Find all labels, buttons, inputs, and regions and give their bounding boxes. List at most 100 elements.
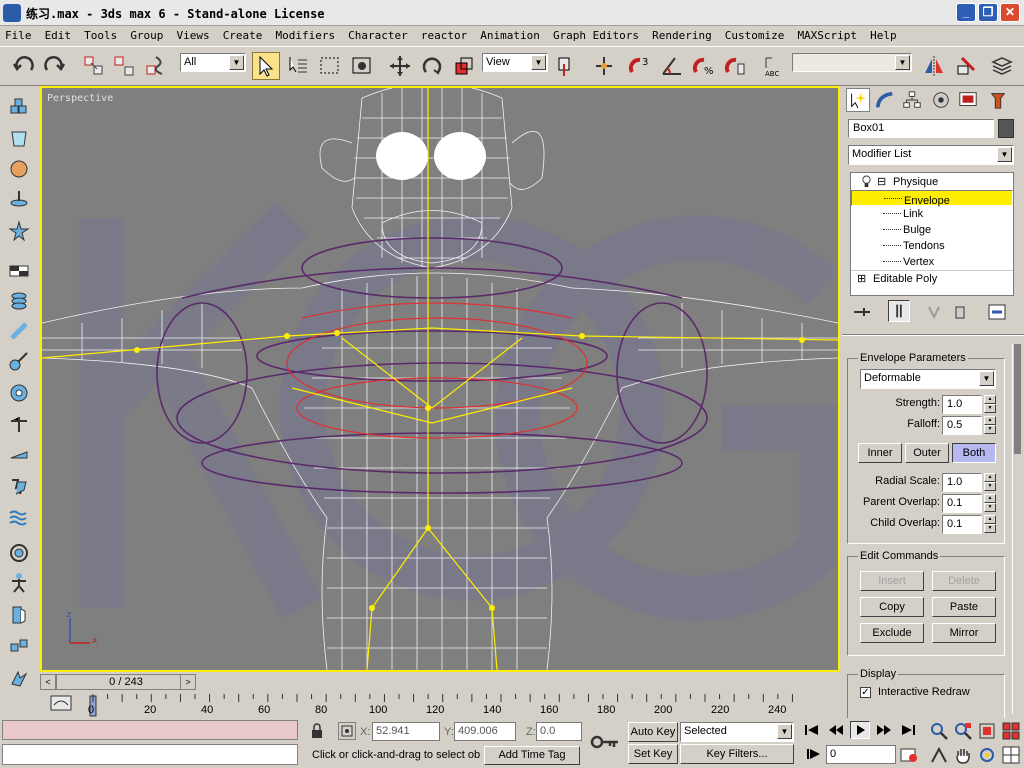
object-color-swatch[interactable] (998, 119, 1014, 138)
menu-edit[interactable]: Edit (40, 26, 77, 42)
child-overlap-spinner[interactable]: ▲ ▼ (984, 515, 996, 534)
rollout-title[interactable]: Edit Commands (858, 550, 941, 562)
outer-button[interactable]: Outer (905, 443, 949, 463)
menu-reactor[interactable]: reactor (416, 26, 472, 42)
unlink-selection-icon[interactable] (110, 52, 138, 80)
align-icon[interactable] (952, 52, 980, 80)
menu-modifiers[interactable]: Modifiers (271, 26, 341, 42)
stack-item-tendons[interactable]: Tendons (851, 238, 1013, 254)
arc-rotate-icon[interactable] (978, 746, 996, 767)
paste-button[interactable]: Paste (932, 597, 996, 617)
pin-stack-icon[interactable] (852, 304, 872, 323)
expand-sign-icon[interactable]: ⊞ (857, 271, 866, 287)
field-of-view-icon[interactable] (930, 746, 948, 767)
interactive-redraw-checkbox[interactable]: ✓ (860, 687, 871, 698)
insert-button[interactable]: Insert (860, 571, 924, 591)
absolute-mode-transform-icon[interactable] (338, 722, 356, 740)
copy-button[interactable]: Copy (860, 597, 924, 617)
parent-overlap-field[interactable]: 0.1 (942, 494, 982, 513)
fracture-icon[interactable] (7, 443, 31, 467)
delete-button[interactable]: Delete (932, 571, 996, 591)
track-bar[interactable]: 0 20 40 60 80 100 120 140 160 180 200 22… (0, 692, 840, 718)
modifier-stack[interactable]: ⊟ Physique Envelope Link Bulge Tendons V… (850, 172, 1014, 296)
cloth-collection-icon[interactable] (7, 127, 31, 151)
constraint-solver-icon[interactable] (7, 541, 31, 565)
stack-item-link[interactable]: Link (851, 206, 1013, 222)
remove-modifier-icon[interactable] (952, 304, 968, 323)
layer-manager-icon[interactable] (988, 52, 1016, 80)
percent-snap-icon[interactable]: % (690, 52, 718, 80)
hierarchy-tab-icon[interactable] (900, 88, 924, 112)
point-to-point-constraint-icon[interactable] (7, 635, 31, 659)
command-panel-scrollbar[interactable] (1012, 344, 1022, 714)
zoom-icon[interactable] (930, 722, 948, 743)
reference-coordinate-dropdown[interactable]: View ▼ (482, 53, 548, 72)
play-icon[interactable] (850, 721, 870, 739)
inner-button[interactable]: Inner (858, 443, 902, 463)
minimize-button[interactable]: _ (956, 3, 976, 22)
perspective-viewport[interactable]: Perspective z x (40, 86, 840, 672)
rotate-icon[interactable] (418, 52, 446, 80)
hinge-constraint-icon[interactable] (7, 603, 31, 627)
collapse-sign-icon[interactable]: ⊟ (877, 174, 886, 190)
strength-spinner[interactable]: ▲ ▼ (984, 395, 996, 414)
key-filters-button[interactable]: Key Filters... (680, 744, 794, 764)
maximize-viewport-icon[interactable] (1002, 746, 1020, 767)
menu-create[interactable]: Create (218, 26, 268, 42)
motor-icon[interactable] (7, 349, 31, 373)
toy-car-icon[interactable] (7, 413, 31, 437)
select-and-manipulate-icon[interactable] (590, 52, 618, 80)
menu-rendering[interactable]: Rendering (647, 26, 717, 42)
make-unique-icon[interactable] (926, 304, 942, 323)
menu-file[interactable]: File (0, 26, 37, 42)
mirror-icon[interactable] (920, 52, 948, 80)
app-icon[interactable] (3, 4, 21, 22)
set-keys-key-icon[interactable] (590, 732, 620, 755)
angle-snap-icon[interactable] (658, 52, 686, 80)
falloff-field[interactable]: 0.5 (942, 416, 982, 435)
object-name-field[interactable]: Box01 (848, 119, 994, 138)
spinner-snap-icon[interactable] (722, 52, 750, 80)
key-mode-dropdown[interactable]: Selected ▼ (680, 722, 794, 742)
parent-overlap-spinner[interactable]: ▲ ▼ (984, 494, 996, 513)
time-slider-next-button[interactable]: > (180, 674, 196, 690)
prismatic-constraint-icon[interactable] (7, 667, 31, 691)
menu-help[interactable]: Help (865, 26, 902, 42)
window-crossing-icon[interactable] (348, 52, 376, 80)
create-tab-icon[interactable] (846, 88, 870, 112)
wind-icon[interactable] (7, 381, 31, 405)
maxscript-input[interactable] (2, 744, 298, 765)
rigid-body-collection-icon[interactable] (7, 95, 31, 119)
water-waves-icon[interactable] (7, 505, 31, 529)
both-button[interactable]: Both (952, 443, 996, 463)
next-frame-icon[interactable] (876, 724, 892, 739)
utilities-tab-icon[interactable] (986, 88, 1010, 112)
plane-icon[interactable] (7, 259, 31, 283)
maxscript-listener-mini[interactable] (2, 720, 298, 740)
menu-customize[interactable]: Customize (720, 26, 790, 42)
viewport-label[interactable]: Perspective (47, 93, 113, 104)
add-time-tag-button[interactable]: Add Time Tag (484, 746, 580, 765)
menu-group[interactable]: Group (125, 26, 168, 42)
time-configuration-icon[interactable] (900, 747, 918, 766)
lock-selection-icon[interactable] (310, 723, 324, 742)
pan-hand-icon[interactable] (954, 746, 972, 767)
radial-scale-spinner[interactable]: ▲ ▼ (984, 473, 996, 492)
x-coordinate-field[interactable]: 52.941 (372, 722, 440, 741)
dashpot-icon[interactable] (7, 319, 31, 343)
motion-tab-icon[interactable] (929, 88, 953, 112)
exclude-button[interactable]: Exclude (860, 623, 924, 643)
edit-named-selection-icon[interactable]: ABC (760, 52, 788, 80)
soft-body-collection-icon[interactable] (7, 157, 31, 181)
modify-tab-icon[interactable] (873, 88, 897, 112)
select-and-link-icon[interactable] (80, 52, 108, 80)
radial-scale-field[interactable]: 1.0 (942, 473, 982, 492)
child-overlap-field[interactable]: 0.1 (942, 515, 982, 534)
stack-item-physique[interactable]: ⊟ Physique (851, 174, 1013, 190)
falloff-spinner[interactable]: ▲ ▼ (984, 416, 996, 435)
time-slider[interactable]: 0 / 243 (56, 674, 196, 690)
envelope-type-dropdown[interactable]: Deformable ▼ (860, 369, 996, 389)
y-coordinate-field[interactable]: 409.006 (454, 722, 516, 741)
zoom-extents-all-icon[interactable] (1002, 722, 1020, 743)
current-frame-field[interactable]: 0 (826, 745, 896, 764)
